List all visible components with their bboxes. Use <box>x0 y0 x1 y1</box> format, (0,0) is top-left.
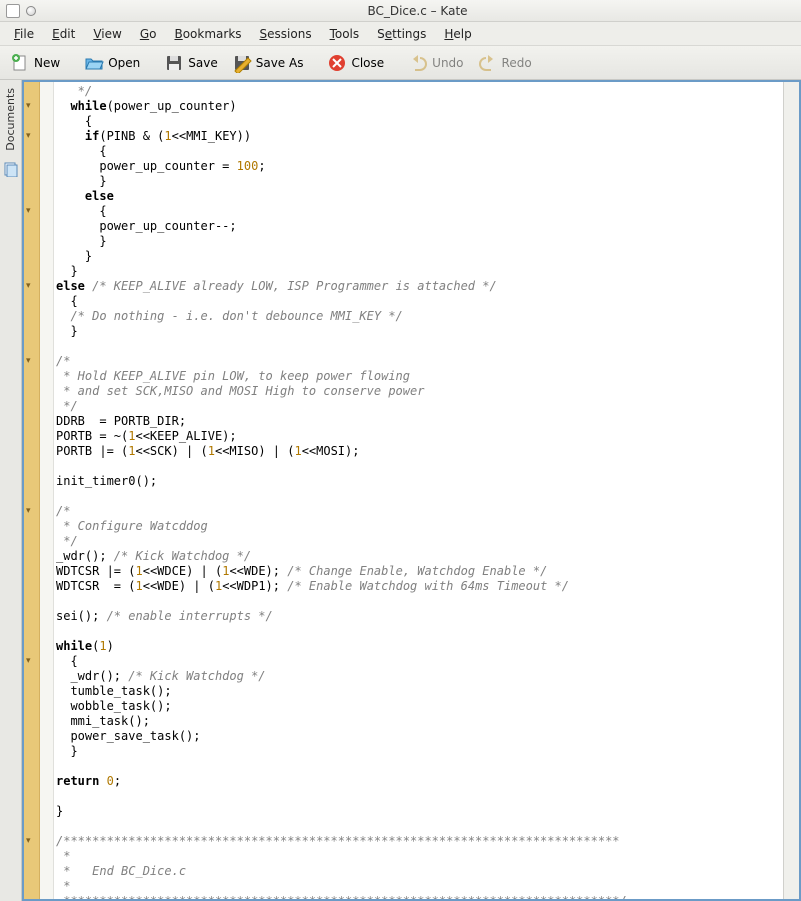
window-button[interactable] <box>26 6 36 16</box>
menu-help[interactable]: Help <box>436 24 479 44</box>
save-button[interactable]: Save <box>158 50 223 76</box>
toolbar: New Open Save Save As Close Undo <box>0 46 801 80</box>
menu-edit[interactable]: Edit <box>44 24 83 44</box>
open-label: Open <box>108 56 140 70</box>
fold-marker[interactable]: ▾ <box>26 834 31 849</box>
new-icon <box>10 53 30 73</box>
menu-settings[interactable]: Settings <box>369 24 434 44</box>
vertical-scrollbar[interactable] <box>783 82 799 899</box>
fold-marker[interactable]: ▾ <box>26 279 31 294</box>
undo-label: Undo <box>432 56 463 70</box>
fold-marker[interactable]: ▾ <box>26 504 31 519</box>
undo-button[interactable]: Undo <box>402 50 469 76</box>
close-icon <box>327 53 347 73</box>
documents-tab[interactable]: Documents <box>4 84 17 155</box>
code-area[interactable]: */ while(power_up_counter) { if(PINB & (… <box>54 82 783 899</box>
side-panel: Documents <box>0 80 22 901</box>
main-area: Documents ▾ ▾ ▾ ▾ ▾ ▾ ▾ ▾ */ while(power… <box>0 80 801 901</box>
close-button[interactable]: Close <box>321 50 390 76</box>
menu-go[interactable]: Go <box>132 24 165 44</box>
fold-marker[interactable]: ▾ <box>26 354 31 369</box>
fold-marker[interactable]: ▾ <box>26 654 31 669</box>
open-button[interactable]: Open <box>78 50 146 76</box>
fold-marker[interactable]: ▾ <box>26 129 31 144</box>
redo-label: Redo <box>502 56 532 70</box>
save-label: Save <box>188 56 217 70</box>
new-button[interactable]: New <box>4 50 66 76</box>
documents-icon[interactable] <box>3 161 19 177</box>
menu-tools[interactable]: Tools <box>322 24 368 44</box>
save-as-icon <box>232 53 252 73</box>
undo-icon <box>408 53 428 73</box>
save-as-button[interactable]: Save As <box>226 50 310 76</box>
titlebar: BC_Dice.c – Kate <box>0 0 801 22</box>
redo-button[interactable]: Redo <box>472 50 538 76</box>
menu-sessions[interactable]: Sessions <box>252 24 320 44</box>
bookmark-gutter[interactable] <box>40 82 54 899</box>
open-icon <box>84 53 104 73</box>
save-icon <box>164 53 184 73</box>
window-title: BC_Dice.c – Kate <box>40 4 795 18</box>
menu-view[interactable]: View <box>85 24 129 44</box>
fold-gutter[interactable]: ▾ ▾ ▾ ▾ ▾ ▾ ▾ ▾ <box>24 82 40 899</box>
close-label: Close <box>351 56 384 70</box>
redo-icon <box>478 53 498 73</box>
menu-file[interactable]: File <box>6 24 42 44</box>
save-as-label: Save As <box>256 56 304 70</box>
menubar: File Edit View Go Bookmarks Sessions Too… <box>0 22 801 46</box>
editor: ▾ ▾ ▾ ▾ ▾ ▾ ▾ ▾ */ while(power_up_counte… <box>22 80 801 901</box>
fold-marker[interactable]: ▾ <box>26 204 31 219</box>
menu-bookmarks[interactable]: Bookmarks <box>166 24 249 44</box>
new-label: New <box>34 56 60 70</box>
fold-marker[interactable]: ▾ <box>26 99 31 114</box>
app-icon <box>6 4 20 18</box>
